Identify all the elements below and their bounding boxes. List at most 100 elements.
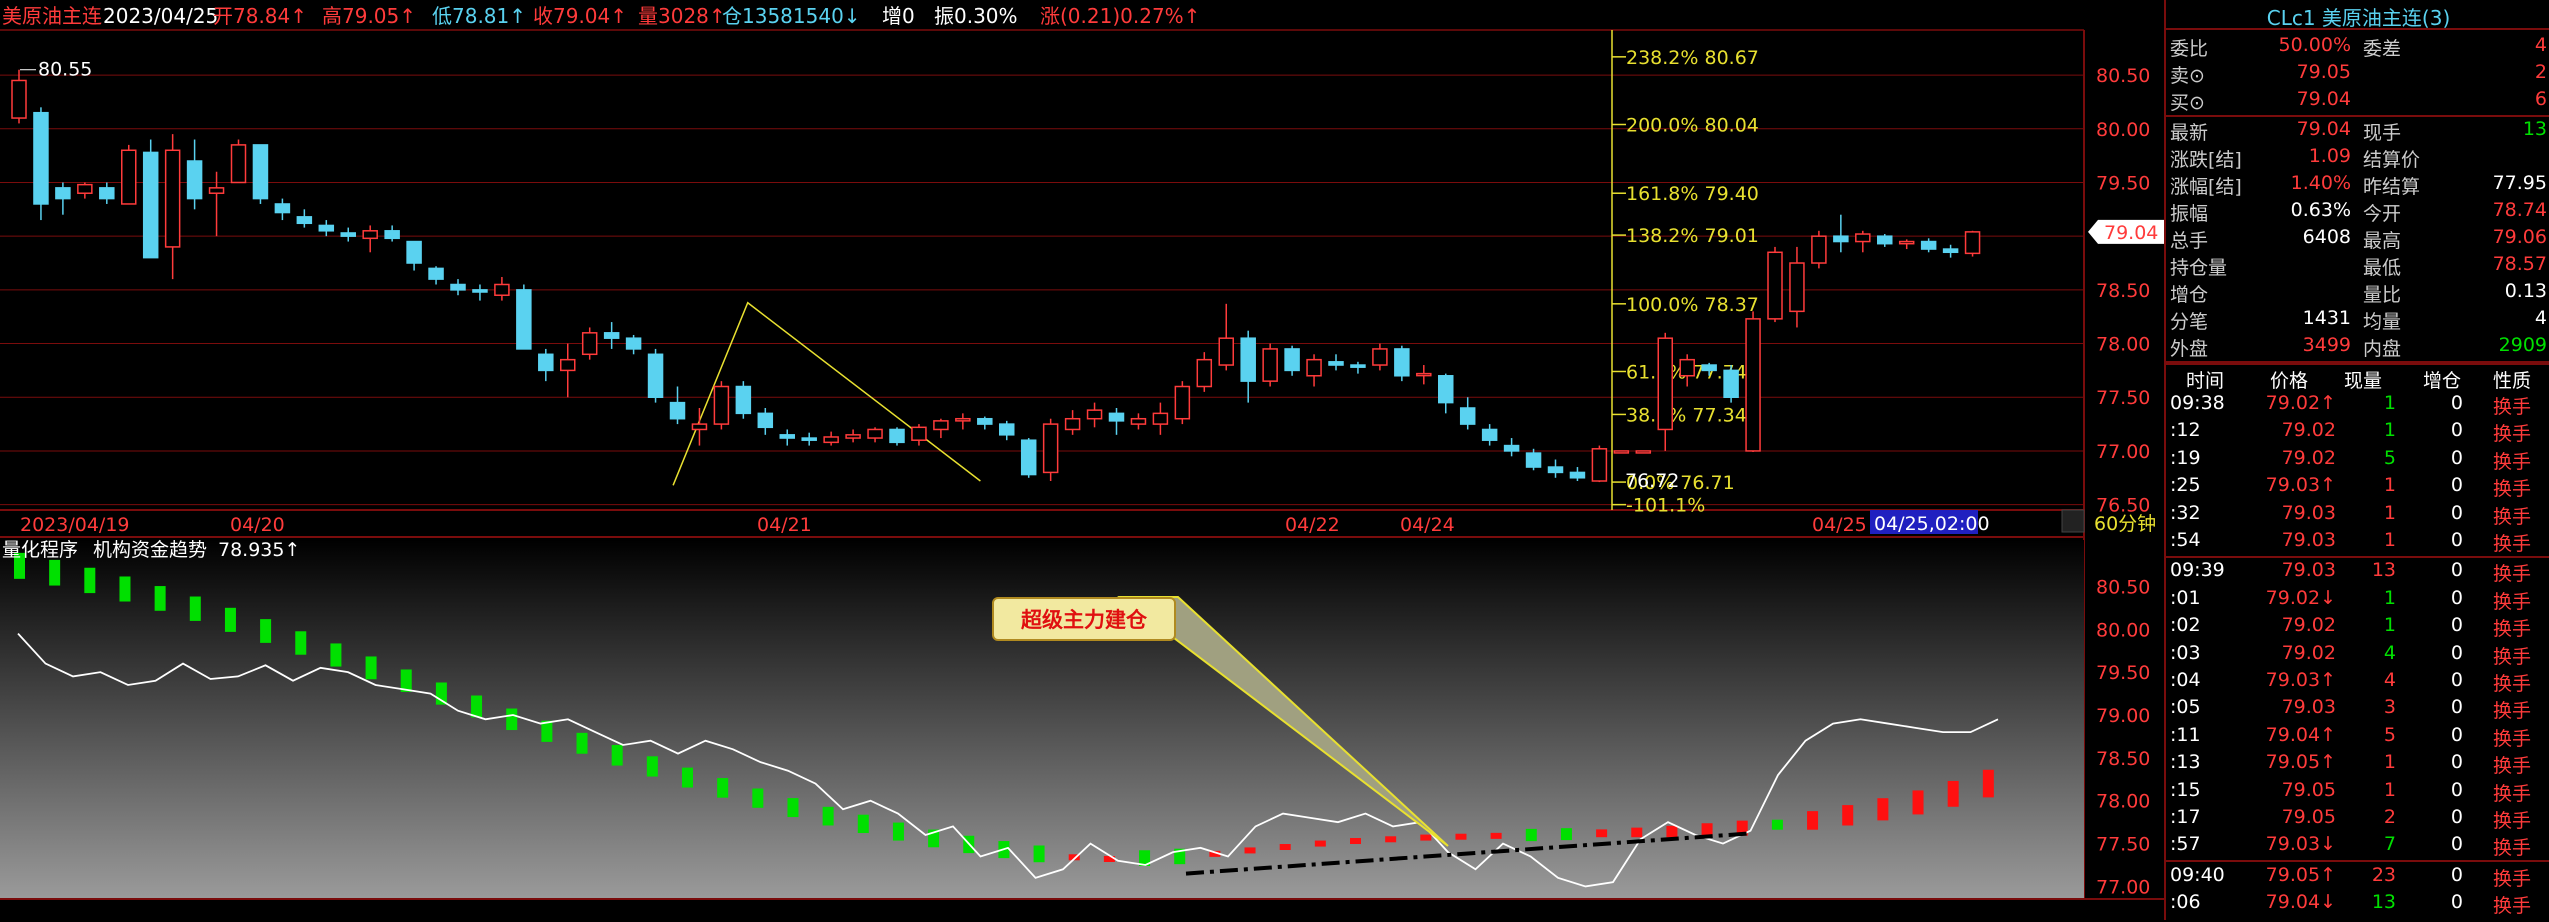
tick-header-cell: 增仓 bbox=[2423, 370, 2462, 392]
tick-cell: :02 bbox=[2170, 614, 2201, 637]
candle-body bbox=[406, 240, 422, 264]
quote-row: 总手 6408 最高 79.06 bbox=[2166, 226, 2549, 253]
candle-body bbox=[1833, 235, 1849, 243]
tick-cell: 换手 bbox=[2493, 618, 2532, 641]
trend-bar bbox=[506, 708, 518, 731]
price-tick: 77.00 bbox=[2096, 441, 2150, 463]
candle-body bbox=[318, 224, 335, 232]
quote-l1: 买⊙ bbox=[2170, 92, 2205, 114]
quote-l1: 持仓量 bbox=[2170, 257, 2228, 279]
tick-cell: :13 bbox=[2170, 751, 2201, 774]
tick-cell: 0 bbox=[2450, 669, 2463, 691]
tick-row: :13 79.05↑ 1 0 换手 bbox=[2166, 751, 2549, 778]
trend-bar bbox=[1525, 828, 1537, 842]
tick-header-cell: 时间 bbox=[2186, 370, 2225, 392]
candle-body bbox=[1547, 466, 1564, 474]
period-button[interactable] bbox=[2061, 509, 2085, 533]
quote-l1: 最新 bbox=[2170, 122, 2209, 144]
quote-v1: 50.00% bbox=[2278, 34, 2351, 56]
indicator-tick: 77.00 bbox=[2096, 876, 2150, 898]
trend-bar bbox=[84, 567, 96, 594]
candle-body bbox=[999, 423, 1015, 436]
quote-row: 卖⊙ 79.05 2 bbox=[2166, 61, 2549, 88]
tick-cell: 0 bbox=[2450, 806, 2463, 828]
candle-body bbox=[516, 289, 532, 350]
tick-cell: 79.04↑ bbox=[2265, 723, 2336, 746]
tick-cell: 79.02 bbox=[2281, 641, 2336, 664]
quote-l2: 最低 bbox=[2363, 257, 2402, 279]
tick-cell: 0 bbox=[2450, 529, 2463, 551]
tick-cell: 换手 bbox=[2493, 673, 2532, 695]
trend-bar bbox=[1596, 829, 1608, 838]
candle-body bbox=[1284, 348, 1300, 372]
fib-label: 161.8% 79.40 bbox=[1626, 183, 1759, 205]
tick-cell: 5 bbox=[2383, 723, 2396, 746]
quote-v2: 77.95 bbox=[2492, 172, 2547, 194]
tick-row: :57 79.03↓ 7 0 换手 bbox=[2166, 833, 2549, 860]
tick-cell: :06 bbox=[2170, 891, 2201, 914]
tick-cell: 换手 bbox=[2493, 533, 2532, 555]
price-tick: 77.50 bbox=[2096, 387, 2150, 409]
tick-cell: 换手 bbox=[2493, 810, 2532, 832]
quote-v1: 0.63% bbox=[2290, 199, 2351, 221]
quote-row: 涨跌[结] 1.09 结算价 bbox=[2166, 145, 2549, 172]
candle-body bbox=[494, 283, 510, 296]
quote-row: 最新 79.04 现手 13 bbox=[2166, 118, 2549, 145]
divider bbox=[2166, 860, 2549, 863]
tick-cell: 79.03 bbox=[2281, 501, 2336, 524]
period-label[interactable]: 60分钟 bbox=[2094, 513, 2156, 535]
trend-bar bbox=[119, 576, 131, 602]
tick-cell: 23 bbox=[2371, 863, 2396, 886]
quote-l1: 总手 bbox=[2170, 230, 2209, 252]
quote-l1: 涨跌[结] bbox=[2170, 149, 2242, 171]
trend-bar bbox=[1314, 840, 1326, 847]
quote-v1: 1.40% bbox=[2290, 172, 2351, 194]
tick-cell: 79.05 bbox=[2281, 778, 2336, 801]
tick-header-cell: 价格 bbox=[2270, 370, 2309, 392]
candle-body bbox=[1789, 262, 1805, 313]
tick-cell: :01 bbox=[2170, 586, 2201, 609]
quote-l2: 委差 bbox=[2363, 38, 2402, 60]
quote-v2: 13 bbox=[2522, 118, 2547, 140]
tick-cell: :54 bbox=[2170, 529, 2201, 551]
time-label: 04/22 bbox=[1285, 514, 1340, 536]
tick-cell: 79.02↑ bbox=[2265, 392, 2336, 414]
tick-cell: :03 bbox=[2170, 641, 2201, 664]
trend-bar bbox=[1842, 805, 1854, 826]
candle-body bbox=[581, 332, 598, 356]
tick-cell: 1 bbox=[2383, 501, 2396, 524]
tick-cell: 换手 bbox=[2493, 645, 2532, 668]
trend-bar bbox=[295, 631, 307, 655]
candle-body bbox=[1657, 337, 1673, 431]
quote-v2: 4 bbox=[2534, 34, 2547, 56]
tick-cell: 0 bbox=[2450, 419, 2463, 442]
trend-bar bbox=[1947, 780, 1959, 807]
high-marker: 80.55 bbox=[38, 59, 92, 81]
header-low: 低78.81↑ bbox=[432, 4, 526, 28]
candle-body bbox=[560, 358, 576, 372]
trend-bar bbox=[1771, 819, 1783, 830]
candle-body bbox=[1723, 369, 1739, 398]
candle-body bbox=[1679, 358, 1695, 377]
tick-cell: :05 bbox=[2170, 696, 2201, 719]
divider bbox=[2166, 556, 2549, 558]
indicator-tick: 79.00 bbox=[2096, 705, 2150, 727]
time-axis: 2023/04/19 04/20 04/21 04/22 04/24 04/25 04/25… bbox=[0, 510, 2084, 538]
trend-bar bbox=[1455, 833, 1467, 840]
trend-bar bbox=[1666, 825, 1678, 838]
quote-v1: 1431 bbox=[2302, 307, 2351, 329]
tick-cell: 0 bbox=[2450, 586, 2463, 609]
candle-body bbox=[1745, 318, 1761, 452]
tick-cell: 0 bbox=[2450, 778, 2463, 801]
header-bar: 美原油主连 2023/04/25 开78.84↑ 高79.05↑ 低78.81↑… bbox=[2, 4, 1200, 28]
tick-row: :05 79.03 3 0 换手 bbox=[2166, 696, 2549, 723]
candle-body bbox=[1262, 348, 1278, 382]
candle-body bbox=[647, 353, 664, 398]
tick-cell: 0 bbox=[2450, 446, 2463, 469]
quote-l2: 现手 bbox=[2363, 122, 2402, 144]
quote-v2: 2909 bbox=[2498, 334, 2547, 356]
tick-cell: 换手 bbox=[2493, 895, 2532, 918]
candle-body bbox=[296, 216, 313, 225]
candle-body bbox=[164, 149, 181, 248]
trend-bar bbox=[1912, 790, 1924, 815]
